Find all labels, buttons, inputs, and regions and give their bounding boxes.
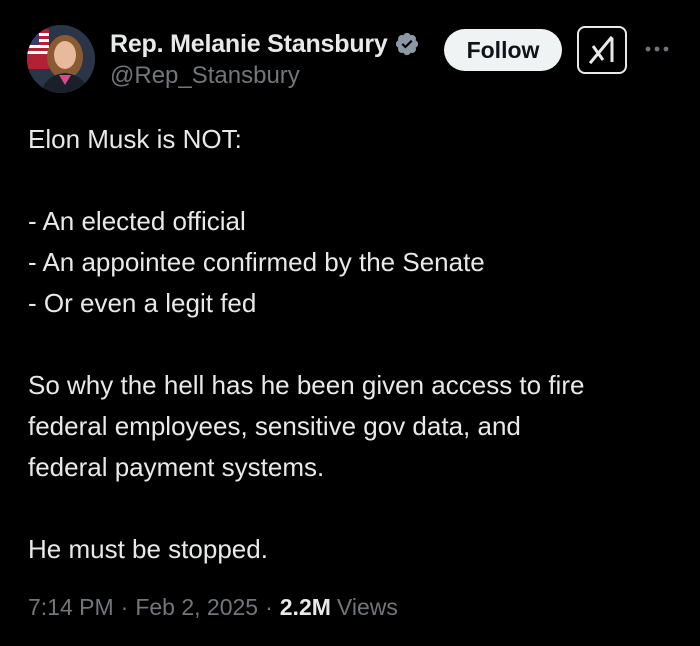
tweet-line: - Or even a legit fed [28, 288, 257, 318]
tweet-line: Elon Musk is NOT: [28, 124, 242, 154]
tweet-line: He must be stopped. [28, 534, 268, 564]
tweet-line: federal employees, sensitive gov data, a… [28, 411, 521, 441]
more-icon [645, 46, 669, 52]
tweet-meta: 7:14 PM · Feb 2, 2025 · 2.2M Views [28, 594, 398, 621]
tweet-line: - An elected official [28, 206, 246, 236]
tweet-line: federal payment systems. [28, 452, 325, 482]
author-names: Rep. Melanie Stansbury @Rep_Stansbury [110, 28, 420, 90]
tweet-time[interactable]: 7:14 PM [28, 594, 114, 621]
verified-badge-icon [394, 31, 420, 57]
display-name[interactable]: Rep. Melanie Stansbury [110, 30, 388, 59]
tweet-header: Rep. Melanie Stansbury @Rep_Stansbury Fo… [0, 0, 700, 100]
avatar[interactable] [27, 25, 95, 93]
grok-icon [588, 36, 614, 64]
meta-separator: · [120, 594, 129, 620]
meta-separator: · [265, 594, 273, 620]
tweet-line: - An appointee confirmed by the Senate [28, 247, 485, 277]
avatar-image [27, 25, 95, 93]
tweet-text: Elon Musk is NOT: - An elected official … [28, 119, 678, 570]
tweet-date[interactable]: Feb 2, 2025 [135, 594, 258, 621]
views-count[interactable]: 2.2M [280, 594, 331, 621]
more-options-button[interactable] [642, 34, 672, 64]
handle[interactable]: @Rep_Stansbury [110, 62, 420, 90]
views-label: Views [336, 594, 398, 620]
follow-button[interactable]: Follow [444, 29, 562, 71]
grok-button[interactable] [577, 26, 627, 74]
tweet-line: So why the hell has he been given access… [28, 370, 585, 400]
